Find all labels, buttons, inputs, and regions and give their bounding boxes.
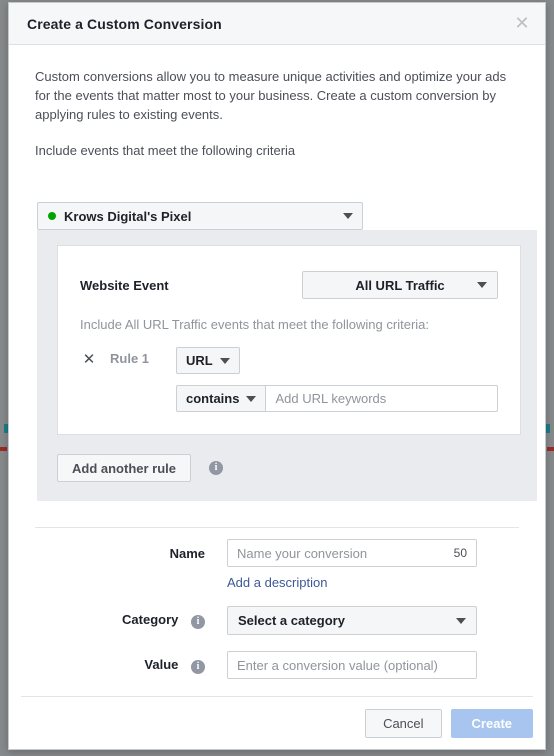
create-custom-conversion-dialog: Create a Custom Conversion ✕ Custom conv… <box>8 2 546 750</box>
chevron-down-icon <box>219 357 230 364</box>
value-field-wrapper <box>227 651 477 679</box>
name-input[interactable] <box>227 539 477 567</box>
close-icon[interactable]: ✕ <box>511 13 533 35</box>
intro-paragraph: Custom conversions allow you to measure … <box>35 69 507 122</box>
section-divider <box>35 527 519 528</box>
value-input[interactable] <box>227 651 477 679</box>
name-label: Name <box>169 545 205 561</box>
name-row: Name 50 <box>35 539 519 567</box>
add-a-description-link[interactable]: Add a description <box>227 575 327 590</box>
value-label-text: Value <box>144 656 179 672</box>
category-field-wrapper: Select a category <box>227 606 477 635</box>
rule-operator-value: contains <box>186 391 240 406</box>
rules-card: Website Event All URL Traffic Include Al… <box>57 245 521 435</box>
dialog-body: Custom conversions allow you to measure … <box>9 45 545 696</box>
website-event-dropdown[interactable]: All URL Traffic <box>302 271 498 299</box>
rule-keywords-input[interactable] <box>265 385 498 412</box>
rule-condition-row: contains <box>176 385 498 412</box>
category-value: Select a category <box>238 613 345 628</box>
rule-field-value: URL <box>186 353 213 368</box>
chevron-down-icon <box>343 213 353 219</box>
info-icon[interactable]: i <box>191 615 205 629</box>
dialog-footer: Cancel Create <box>21 696 533 749</box>
info-icon[interactable]: i <box>209 461 224 475</box>
category-label: Category i <box>35 612 205 629</box>
chevron-down-icon <box>477 282 487 288</box>
name-field-wrapper: 50 <box>227 539 477 567</box>
remove-rule-icon[interactable]: ✕ <box>80 350 98 368</box>
value-label: Value i <box>35 657 205 674</box>
add-description-row: Add a description <box>35 575 519 590</box>
pixel-selector-dropdown[interactable]: Krows Digital's Pixel <box>37 202 363 230</box>
rule-label: Rule 1 <box>110 351 150 366</box>
info-icon[interactable]: i <box>191 659 205 674</box>
criteria-heading: Include events that meet the following c… <box>35 143 296 158</box>
background-accent-red-left <box>0 447 7 451</box>
chevron-down-icon <box>246 395 257 402</box>
rule-fields: URL contains <box>176 347 498 412</box>
rule-field-dropdown[interactable]: URL <box>176 347 240 374</box>
category-label-text: Category <box>122 612 179 627</box>
dialog-title: Create a Custom Conversion <box>27 15 222 32</box>
background-accent-red-right <box>547 447 554 451</box>
criteria-note: Include All URL Traffic events that meet… <box>80 317 430 332</box>
website-event-label: Website Event <box>80 277 169 293</box>
intro-section: Custom conversions allow you to measure … <box>9 45 545 160</box>
website-event-value: All URL Traffic <box>355 277 445 293</box>
value-row: Value i <box>35 651 519 679</box>
add-rule-row: Add another rule i <box>57 454 224 482</box>
pixel-status-dot-icon <box>48 212 56 220</box>
rules-panel: Website Event All URL Traffic Include Al… <box>37 230 537 501</box>
value-footnote: Set the value that each of these convers… <box>35 694 525 696</box>
add-another-rule-button[interactable]: Add another rule <box>57 454 192 482</box>
rule-row: ✕ Rule 1 URL contains <box>58 332 520 412</box>
cancel-button[interactable]: Cancel <box>365 708 442 738</box>
category-dropdown[interactable]: Select a category <box>227 606 477 635</box>
create-button[interactable]: Create <box>450 708 533 738</box>
pixel-selector-label: Krows Digital's Pixel <box>64 208 192 224</box>
category-row: Category i Select a category <box>35 606 519 635</box>
website-event-row: Website Event All URL Traffic <box>58 246 520 299</box>
add-description-wrapper: Add a description <box>227 575 327 590</box>
rule-operator-dropdown[interactable]: contains <box>176 385 266 412</box>
chevron-down-icon <box>456 617 466 624</box>
dialog-header: Create a Custom Conversion ✕ <box>9 3 545 45</box>
